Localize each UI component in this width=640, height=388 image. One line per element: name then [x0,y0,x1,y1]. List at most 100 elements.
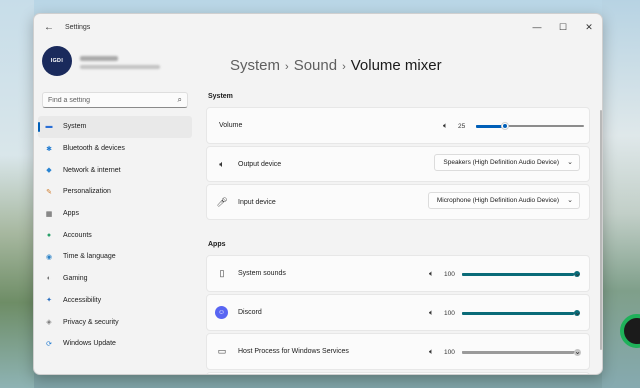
sidebar-item-personalization[interactable]: ✎ Personalization [38,181,192,203]
app-name: System sounds [238,270,286,277]
scrollbar[interactable] [600,110,602,350]
main-content: System › Sound › Volume mixer System Volume … [204,40,602,374]
chevron-down-icon[interactable]: ⌄ [574,308,581,317]
accounts-icon: ● [46,231,52,239]
sidebar-item-windows-update[interactable]: ⟳ Windows Update [38,333,192,355]
maximize-button[interactable]: ☐ [550,14,576,40]
windows-service-icon: ▭ [217,346,227,356]
sidebar-item-label: Privacy & security [63,318,119,326]
sidebar-item-accessibility[interactable]: ✦ Accessibility [38,290,192,312]
close-button[interactable]: ✕ [576,14,602,40]
app-volume-value: 100 [444,309,455,317]
speaker-box-icon: ▯ [219,268,225,278]
desktop-widget-icon [620,314,640,348]
app-volume-card: ▯ System sounds 🔈︎ 100 ⌄ [206,255,590,292]
desktop-wallpaper-left [0,0,34,388]
slider-fill [462,272,574,276]
sidebar-item-label: Windows Update [63,340,116,348]
breadcrumb-system[interactable]: System [230,57,280,74]
microphone-icon: 🎤︎ [216,196,228,207]
system-section-heading: System [208,93,233,100]
app-volume-control: 🔈︎ 100 [429,308,580,318]
volume-label: Volume [219,122,243,129]
sidebar-item-label: Apps [63,210,79,218]
sidebar-item-bluetooth-devices[interactable]: ✱ Bluetooth & devices [38,138,192,160]
sidebar-item-apps[interactable]: ▦ Apps [38,203,192,225]
sidebar-nav: ▬ System ✱ Bluetooth & devices ◆ Network & in… [38,116,192,355]
minimize-button[interactable]: — [524,14,550,40]
search-icon: ⌕ [177,95,182,104]
chevron-down-icon: ⌄ [567,159,573,166]
speaker-icon: 🔈︎ [219,158,225,169]
avatar-logo: ᴵᴳᴰᴵ [50,56,64,66]
page-title: Volume mixer [350,57,442,74]
wifi-icon: ◆ [46,167,52,175]
app-volume-slider[interactable] [462,347,581,357]
apps-icon: ▦ [45,210,53,218]
chevron-down-icon[interactable]: ⌄ [574,347,581,356]
user-email-redacted [80,65,160,69]
chevron-down-icon: ⌄ [567,197,573,204]
accessibility-icon: ✦ [46,297,52,305]
discord-icon: ☺ [215,306,228,319]
sidebar-item-privacy-security[interactable]: ◈ Privacy & security [38,311,192,333]
app-name: Discord [238,309,262,316]
sidebar-item-label: System [63,123,87,131]
speaker-icon[interactable]: 🔈︎ [443,121,455,131]
title-bar: ← Settings — ☐ ✕ [34,14,602,40]
back-button[interactable]: ← [38,16,60,38]
chevron-down-icon[interactable]: ⌄ [574,269,581,278]
gamepad-icon: ◐ [46,275,52,283]
apps-section-heading: Apps [208,241,226,248]
window-controls: — ☐ ✕ [524,14,602,40]
user-name-redacted [80,56,118,61]
slider-thumb[interactable] [501,122,509,130]
master-volume-slider[interactable] [476,121,584,131]
sidebar-item-time-language[interactable]: ◉ Time & language [38,246,192,268]
app-volume-control: 🔈︎ 100 [429,269,580,279]
window-title: Settings [65,23,91,31]
update-icon: ⟳ [46,340,52,348]
app-volume-control: 🔈︎ 100 [429,347,581,357]
input-device-label: Input device [238,198,276,206]
sidebar-item-label: Gaming [63,275,88,283]
bluetooth-icon: ✱ [46,145,52,153]
output-device-dropdown[interactable]: Speakers (High Definition Audio Device) … [434,154,580,171]
speaker-icon[interactable]: 🔈︎ [429,269,441,279]
master-volume-value: 25 [458,122,466,130]
reset-card-partial [206,372,590,374]
sidebar: ᴵᴳᴰᴵ ⌕ ▬ System ✱ Bluetooth & devices ◆ Netwo… [34,40,194,374]
app-name: Host Process for Windows Services [238,348,349,355]
sidebar-item-label: Network & internet [63,166,121,174]
search-input[interactable] [48,93,168,107]
sidebar-item-label: Bluetooth & devices [63,145,125,153]
sidebar-item-network-internet[interactable]: ◆ Network & internet [38,159,192,181]
slider-fill [462,311,574,315]
master-volume-control: 🔈︎ 25 [443,121,584,131]
sidebar-item-label: Accounts [63,231,92,239]
app-volume-slider[interactable] [462,269,580,279]
breadcrumb-separator: › [285,61,289,73]
breadcrumb: System › Sound › Volume mixer [230,57,442,74]
app-volume-slider[interactable] [462,308,580,318]
sidebar-item-gaming[interactable]: ◐ Gaming [38,268,192,290]
breadcrumb-separator: › [342,61,346,73]
avatar: ᴵᴳᴰᴵ [42,46,72,76]
slider-fill [476,124,504,128]
sidebar-item-label: Time & language [63,253,116,261]
user-profile[interactable]: ᴵᴳᴰᴵ [42,46,160,76]
sidebar-item-label: Personalization [63,188,111,196]
sidebar-item-accounts[interactable]: ● Accounts [38,224,192,246]
input-device-selected: Microphone (High Definition Audio Device… [436,197,559,204]
breadcrumb-sound[interactable]: Sound [294,57,337,74]
speaker-icon[interactable]: 🔈︎ [429,308,441,318]
sidebar-item-system[interactable]: ▬ System [38,116,192,138]
speaker-icon[interactable]: 🔈︎ [429,347,441,357]
input-device-dropdown[interactable]: Microphone (High Definition Audio Device… [427,192,580,209]
globe-icon: ◉ [45,253,53,261]
app-volume-card: ▭ Host Process for Windows Services 🔈︎ 100 ⌄ [206,333,590,370]
settings-window: ← Settings — ☐ ✕ ᴵᴳᴰᴵ ⌕ ▬ System ✱ Bluetoot… [33,13,603,375]
slider-fill [462,350,574,354]
output-device-label: Output device [238,160,282,168]
search-box[interactable]: ⌕ [42,92,188,108]
